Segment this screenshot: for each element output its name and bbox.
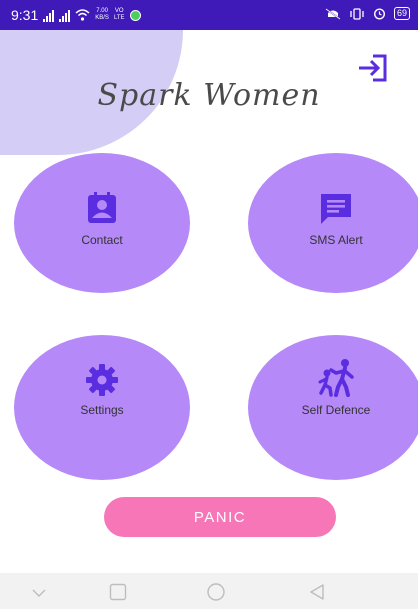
self-defence-icon xyxy=(318,359,354,397)
signal-icon xyxy=(43,8,55,22)
square-icon[interactable] xyxy=(107,581,129,603)
gear-icon xyxy=(86,364,118,396)
whatsapp-icon xyxy=(129,9,141,21)
status-left: 9:31 7.00 KB/S VO LTE xyxy=(11,6,141,24)
circle-icon[interactable] xyxy=(205,581,227,603)
message-icon xyxy=(321,194,351,224)
status-bar: 9:31 7.00 KB/S VO LTE 69 xyxy=(0,0,418,30)
panic-button[interactable]: PANIC xyxy=(104,497,336,537)
contact-label: Contact xyxy=(81,233,123,247)
wifi-icon xyxy=(75,9,90,21)
triangle-back-icon[interactable] xyxy=(306,581,328,603)
vibrate-icon xyxy=(350,7,364,20)
navigation-bar xyxy=(0,573,418,609)
status-right: 69 xyxy=(325,7,410,20)
contact-icon xyxy=(88,192,116,223)
speed-unit: KB/S xyxy=(95,15,109,21)
signal-icon-2 xyxy=(59,8,71,22)
self-defence-label: Self Defence xyxy=(301,403,371,417)
contact-button[interactable]: Contact xyxy=(14,153,190,293)
battery-icon: 69 xyxy=(393,7,410,20)
network-speed: 7.00 KB/S xyxy=(95,8,109,22)
speed-value: 7.00 xyxy=(96,8,108,14)
settings-button[interactable]: Settings xyxy=(14,335,190,480)
self-defence-button[interactable]: Self Defence xyxy=(248,335,418,480)
volte-badge: VO LTE xyxy=(114,8,125,22)
alarm-icon xyxy=(373,8,385,20)
settings-label: Settings xyxy=(80,403,124,417)
status-time: 9:31 xyxy=(11,7,39,23)
volte-bottom: LTE xyxy=(113,15,125,21)
sms-alert-label: SMS Alert xyxy=(309,233,363,247)
chevron-down-icon[interactable] xyxy=(28,581,50,603)
volte-top: VO xyxy=(114,8,124,14)
app-title: Spark Women xyxy=(97,78,321,113)
mute-icon xyxy=(325,7,341,20)
sms-alert-button[interactable]: SMS Alert xyxy=(248,153,418,293)
